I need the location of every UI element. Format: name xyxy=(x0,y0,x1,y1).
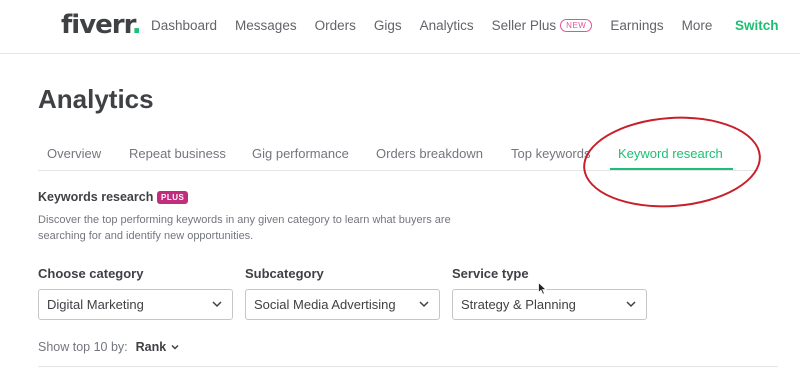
nav-gigs[interactable]: Gigs xyxy=(374,18,402,33)
category-select[interactable]: Digital Marketing xyxy=(38,289,233,320)
annotation-highlight-circle xyxy=(580,110,764,214)
page-title: Analytics xyxy=(38,84,154,114)
nav-analytics[interactable]: Analytics xyxy=(420,18,474,33)
nav-seller-plus[interactable]: Seller Plus NEW xyxy=(492,18,593,33)
switch-to-buying-link[interactable]: Switch xyxy=(735,18,779,33)
tab-gig-performance[interactable]: Gig performance xyxy=(252,146,349,161)
chevron-down-icon[interactable] xyxy=(170,342,180,352)
subcategory-select[interactable]: Social Media Advertising xyxy=(245,289,440,320)
nav-orders[interactable]: Orders xyxy=(315,18,356,33)
subcategory-label: Subcategory xyxy=(245,266,324,281)
chevron-down-icon xyxy=(626,301,636,308)
plus-badge: PLUS xyxy=(157,191,189,204)
category-label: Choose category xyxy=(38,266,144,281)
show-top-label: Show top 10 by: xyxy=(38,340,128,354)
top-navigation-bar: fiverr. Dashboard Messages Orders Gigs A… xyxy=(0,0,800,54)
sort-by-dropdown[interactable]: Rank xyxy=(136,340,167,354)
tab-overview[interactable]: Overview xyxy=(47,146,101,161)
section-description: Discover the top performing keywords in … xyxy=(38,214,451,242)
fiverr-logo[interactable]: fiverr. xyxy=(61,10,142,40)
cursor-arrow-icon xyxy=(538,282,547,295)
tab-repeat-business[interactable]: Repeat business xyxy=(129,146,226,161)
service-type-value: Strategy & Planning xyxy=(461,297,576,312)
category-value: Digital Marketing xyxy=(47,297,144,312)
nav-seller-plus-label: Seller Plus xyxy=(491,18,557,33)
main-nav: Dashboard Messages Orders Gigs Analytics… xyxy=(151,18,730,33)
subcategory-value: Social Media Advertising xyxy=(254,297,396,312)
results-table-top-border xyxy=(38,366,778,367)
chevron-down-icon xyxy=(419,301,429,308)
nav-more[interactable]: More xyxy=(682,18,713,33)
nav-dashboard[interactable]: Dashboard xyxy=(151,18,217,33)
service-type-label: Service type xyxy=(452,266,529,281)
new-badge: NEW xyxy=(560,19,593,32)
service-type-select[interactable]: Strategy & Planning xyxy=(452,289,647,320)
show-top-control: Show top 10 by: Rank xyxy=(38,340,180,354)
nav-messages[interactable]: Messages xyxy=(235,18,297,33)
tab-top-keywords[interactable]: Top keywords xyxy=(511,146,590,161)
chevron-down-icon xyxy=(212,301,222,308)
tab-orders-breakdown[interactable]: Orders breakdown xyxy=(376,146,483,161)
nav-earnings[interactable]: Earnings xyxy=(610,18,663,33)
section-title: Keywords research xyxy=(38,190,154,204)
